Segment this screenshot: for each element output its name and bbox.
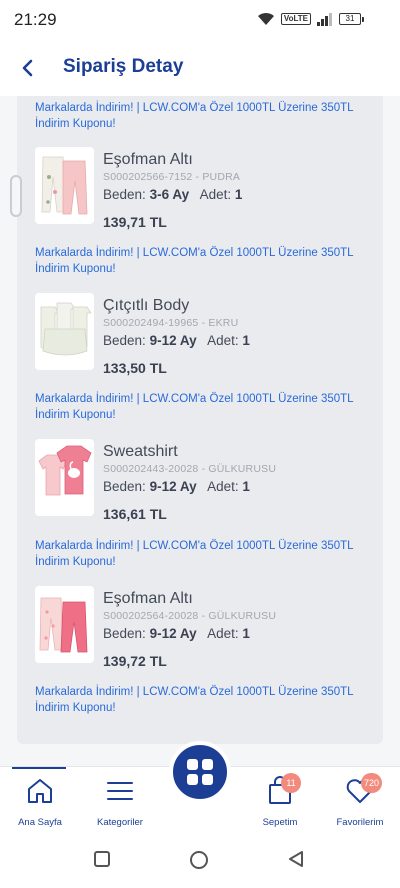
volte-badge: VoLTE [280,13,311,25]
product-image [35,293,94,370]
menu-icon [107,782,133,800]
quantity-label: Adet: [199,187,232,202]
quantity-value: 1 [242,479,250,494]
promo-link[interactable]: Markalarda İndirim! | LCW.COM'a Özel 100… [35,100,375,132]
signal-icon [317,12,333,26]
chevron-left-icon [22,59,33,77]
nav-cart[interactable]: 11 Sepetim [240,773,320,828]
page-header: Sipariş Detay [0,40,400,96]
nav-cart-label: Sepetim [262,817,298,828]
status-time: 21:29 [14,10,57,29]
promo-link[interactable]: Markalarda İndirim! | LCW.COM'a Özel 100… [35,684,375,716]
quantity-label: Adet: [207,626,239,641]
item-price: 133,50 TL [103,360,167,376]
nav-favorites-label: Favorilerim [336,817,384,828]
nav-home-label: Ana Sayfa [18,817,62,828]
item-price: 139,72 TL [103,653,167,669]
nav-categories-label: Kategoriler [97,817,143,828]
product-image [35,586,94,663]
quantity-value: 1 [234,187,243,202]
order-items-card: Markalarda İndirim! | LCW.COM'a Özel 100… [17,96,383,744]
circle-icon [190,851,208,869]
item-price: 136,61 TL [103,506,167,522]
item-code: S000202564-20028 - GÜLKURUSU [103,610,277,622]
promo-link[interactable]: Markalarda İndirim! | LCW.COM'a Özel 100… [35,391,375,423]
item-name: Eşofman Altı [103,151,193,168]
nav-favorites[interactable]: 720 Favorilerim [320,773,400,828]
quantity-value: 1 [242,626,250,641]
battery-icon: 31 [339,13,364,25]
page-title: Sipariş Detay [63,56,184,77]
status-bar: 21:29 VoLTE 31 [0,0,400,40]
cart-count-badge: 11 [281,773,301,793]
edge-drag-handle[interactable] [10,175,22,217]
order-detail-content[interactable]: Markalarda İndirim! | LCW.COM'a Özel 100… [0,96,400,766]
recent-apps-button[interactable] [93,850,111,873]
item-attributes: Beden: 3-6 Ay Adet: 1 [103,187,242,202]
size-label: Beden: [103,626,146,641]
favorites-count-badge: 720 [361,773,383,793]
size-label: Beden: [103,479,146,494]
apps-fab-button[interactable] [169,741,231,803]
wifi-icon [257,12,275,26]
product-image [35,147,94,224]
size-value: 9-12 Ay [149,479,197,494]
size-label: Beden: [103,187,146,202]
item-code: S000202494-19965 - EKRU [103,317,239,329]
back-button[interactable] [14,54,42,82]
bottom-navigation: Ana Sayfa Kategoriler 11 Sepetim 720 Fav… [0,741,400,832]
item-price: 139,71 TL [103,214,167,230]
item-name: Eşofman Altı [103,590,193,607]
item-attributes: Beden: 9-12 Ay Adet: 1 [103,626,250,641]
status-icons: VoLTE 31 [257,12,364,26]
item-attributes: Beden: 9-12 Ay Adet: 1 [103,333,250,348]
size-value: 3-6 Ay [149,187,190,202]
size-value: 9-12 Ay [149,626,197,641]
square-icon [94,851,110,867]
system-back-button[interactable] [287,850,305,873]
system-navigation-bar [0,832,400,888]
grid-icon [187,759,213,785]
item-attributes: Beden: 9-12 Ay Adet: 1 [103,479,250,494]
promo-link[interactable]: Markalarda İndirim! | LCW.COM'a Özel 100… [35,538,375,570]
promo-link[interactable]: Markalarda İndirim! | LCW.COM'a Özel 100… [35,245,375,277]
product-image [35,439,94,516]
triangle-back-icon [289,851,303,867]
quantity-label: Adet: [207,333,239,348]
item-name: Çıtçıtlı Body [103,297,190,314]
item-code: S000202443-20028 - GÜLKURUSU [103,463,277,475]
item-name: Sweatshirt [103,443,178,460]
item-code: S000202566-7152 - PUDRA [103,171,241,183]
home-icon [28,779,52,803]
size-label: Beden: [103,333,146,348]
active-tab-indicator [12,767,66,769]
nav-categories[interactable]: Kategoriler [80,775,160,828]
home-button[interactable] [189,850,209,875]
size-value: 9-12 Ay [149,333,197,348]
nav-home[interactable]: Ana Sayfa [0,775,80,828]
quantity-label: Adet: [207,479,239,494]
quantity-value: 1 [242,333,250,348]
battery-level: 31 [339,13,361,25]
